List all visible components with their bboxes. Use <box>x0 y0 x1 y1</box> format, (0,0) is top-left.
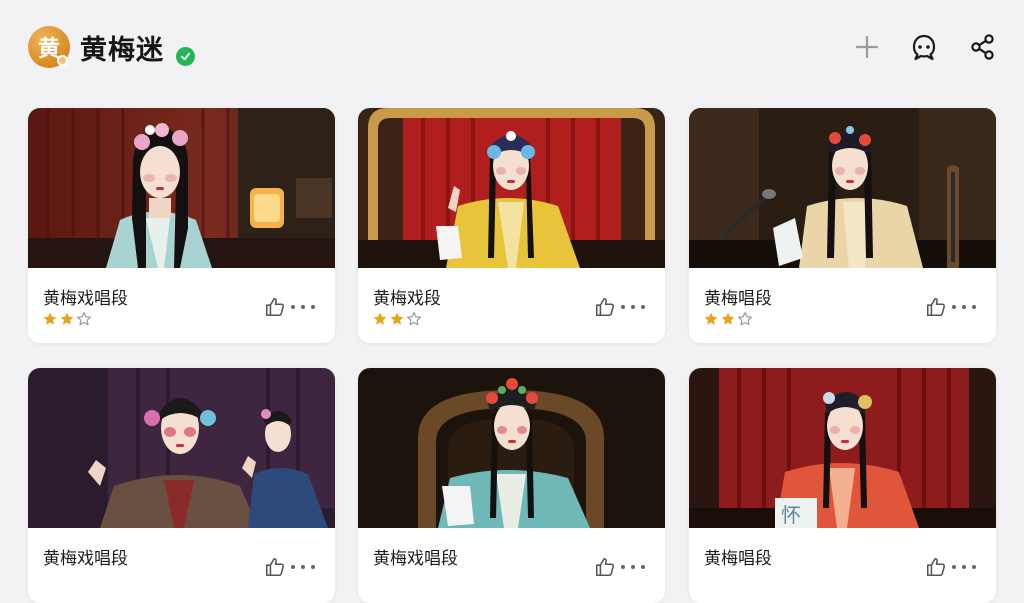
video-thumbnail[interactable] <box>28 108 335 268</box>
more-options-button[interactable] <box>291 558 315 576</box>
video-card[interactable]: 黄梅戏唱段 <box>28 108 335 343</box>
star-filled-icon <box>721 312 735 325</box>
thumbs-up-icon <box>595 297 615 317</box>
like-button[interactable] <box>925 556 947 578</box>
card-title: 黄梅唱段 <box>704 289 772 309</box>
card-title: 黄梅唱段 <box>704 549 772 569</box>
star-rating <box>703 311 753 327</box>
add-button[interactable] <box>850 30 884 64</box>
video-card[interactable]: 黄梅戏段 <box>358 108 665 343</box>
video-thumbnail[interactable] <box>358 368 665 528</box>
thumbs-up-icon <box>926 297 946 317</box>
thumbs-up-icon <box>595 557 615 577</box>
star-rating <box>42 311 92 327</box>
video-thumbnail[interactable] <box>689 108 996 268</box>
card-title: 黄梅戏唱段 <box>43 549 128 569</box>
video-thumbnail[interactable]: 怀 <box>689 368 996 528</box>
card-title: 黄梅戏唱段 <box>43 289 128 309</box>
like-button[interactable] <box>264 556 286 578</box>
video-thumbnail[interactable] <box>358 108 665 268</box>
thumbs-up-icon <box>265 297 285 317</box>
avatar-badge <box>57 55 68 66</box>
video-card[interactable]: 怀 黄梅唱段 <box>689 368 996 603</box>
star-rating <box>372 311 422 327</box>
like-button[interactable] <box>264 296 286 318</box>
star-filled-icon <box>43 312 57 325</box>
star-empty-icon <box>77 312 91 326</box>
chatbot-icon <box>912 34 936 61</box>
thumbs-up-icon <box>265 557 285 577</box>
assistant-button[interactable] <box>907 30 941 64</box>
video-card[interactable]: 黄梅戏唱段 <box>28 368 335 603</box>
like-button[interactable] <box>594 556 616 578</box>
more-options-button[interactable] <box>621 298 645 316</box>
star-filled-icon <box>373 312 387 325</box>
star-empty-icon <box>407 312 421 326</box>
svg-text:怀: 怀 <box>781 504 801 527</box>
like-button[interactable] <box>925 296 947 318</box>
more-options-button[interactable] <box>952 298 976 316</box>
plus-icon <box>855 35 879 59</box>
thumbs-up-icon <box>926 557 946 577</box>
channel-title: 黄梅迷 <box>80 35 164 66</box>
verified-check-icon <box>176 47 195 66</box>
like-button[interactable] <box>594 296 616 318</box>
video-thumbnail[interactable] <box>28 368 335 528</box>
star-filled-icon <box>60 312 74 325</box>
video-card[interactable]: 黄梅唱段 <box>689 108 996 343</box>
star-filled-icon <box>704 312 718 325</box>
more-options-button[interactable] <box>621 558 645 576</box>
more-options-button[interactable] <box>952 558 976 576</box>
app-header: 黄 黄梅迷 <box>0 0 1024 96</box>
star-empty-icon <box>738 312 752 326</box>
more-options-button[interactable] <box>291 298 315 316</box>
video-card[interactable]: 黄梅戏唱段 <box>358 368 665 603</box>
star-filled-icon <box>390 312 404 325</box>
share-button[interactable] <box>966 30 1000 64</box>
card-title: 黄梅戏唱段 <box>373 549 458 569</box>
share-icon <box>971 34 994 60</box>
card-title: 黄梅戏段 <box>373 289 441 309</box>
